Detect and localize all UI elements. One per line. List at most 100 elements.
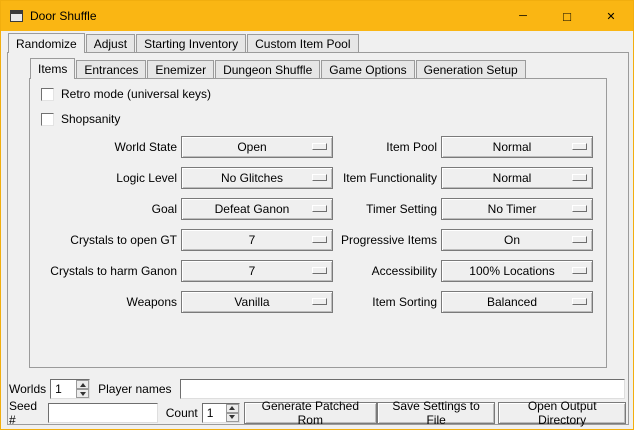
spin-up-icon[interactable] [76,380,89,389]
dropdown-indicator-icon [572,143,587,150]
timer-setting-dropdown[interactable]: No Timer [441,198,593,220]
worlds-row: Worlds Player names [9,378,625,400]
dropdown-indicator-icon [572,205,587,212]
dropdown-value: 7 [249,264,266,278]
dropdown-value: Open [237,140,276,154]
item-pool-dropdown[interactable]: Normal [441,136,593,158]
minimize-icon[interactable]: ─ [501,1,545,31]
retro-mode-checkbox[interactable] [41,88,54,101]
goal-dropdown[interactable]: Defeat Ganon [181,198,333,220]
options-row: Weapons Vanilla Item Sorting Balanced [37,286,593,317]
options-row: Crystals to harm Ganon 7 Accessibility 1… [37,255,593,286]
progressive-items-label: Progressive Items [337,233,437,247]
shopsanity-row[interactable]: Shopsanity [41,112,120,126]
dropdown-indicator-icon [572,298,587,305]
seed-row: Seed # Count Generate Patched Rom Save S… [9,401,626,424]
worlds-input[interactable] [51,380,76,398]
app-window: Door Shuffle ─ □ ✕ Randomize Adjust Star… [0,0,634,430]
options-row: World State Open Item Pool Normal [37,131,593,162]
window-title: Door Shuffle [30,9,97,23]
dropdown-value: Balanced [487,295,547,309]
item-pool-label: Item Pool [337,140,437,154]
progressive-items-dropdown[interactable]: On [441,229,593,251]
generate-patched-rom-button[interactable]: Generate Patched Rom [244,402,377,424]
world-state-label: World State [37,140,177,154]
tab-game-options[interactable]: Game Options [321,60,414,78]
dropdown-value: Vanilla [234,295,279,309]
tab-adjust[interactable]: Adjust [86,34,135,52]
window-controls: ─ □ ✕ [501,1,633,31]
shopsanity-label: Shopsanity [61,112,120,126]
save-settings-button[interactable]: Save Settings to File [377,402,496,424]
count-input[interactable] [203,404,226,422]
dropdown-value: No Glitches [221,171,293,185]
crystals-ganon-dropdown[interactable]: 7 [181,260,333,282]
spinner-arrows [226,404,239,422]
retro-mode-row[interactable]: Retro mode (universal keys) [41,87,211,101]
dropdown-value: On [504,233,530,247]
sub-tab-bar: Items Entrances Enemizer Dungeon Shuffle… [30,58,527,79]
dropdown-indicator-icon [312,236,327,243]
shopsanity-checkbox[interactable] [41,113,54,126]
crystals-gt-dropdown[interactable]: 7 [181,229,333,251]
player-names-label: Player names [98,382,171,396]
dropdown-indicator-icon [312,267,327,274]
count-label: Count [166,406,198,420]
spinner-arrows [76,380,89,398]
item-sorting-label: Item Sorting [337,295,437,309]
logic-level-label: Logic Level [37,171,177,185]
logic-level-dropdown[interactable]: No Glitches [181,167,333,189]
tab-starting-inventory[interactable]: Starting Inventory [136,34,246,52]
dropdown-indicator-icon [312,174,327,181]
item-functionality-label: Item Functionality [337,171,437,185]
dropdown-value: Defeat Ganon [215,202,300,216]
world-state-dropdown[interactable]: Open [181,136,333,158]
worlds-spinbox[interactable] [50,379,90,399]
dropdown-value: 100% Locations [469,264,564,278]
retro-mode-label: Retro mode (universal keys) [61,87,211,101]
timer-setting-label: Timer Setting [337,202,437,216]
options-grid: World State Open Item Pool Normal Logic … [37,131,593,317]
tab-enemizer[interactable]: Enemizer [147,60,214,78]
titlebar[interactable]: Door Shuffle ─ □ ✕ [1,1,633,31]
spin-down-icon[interactable] [226,413,239,422]
tab-items[interactable]: Items [30,58,75,79]
goal-label: Goal [37,202,177,216]
dropdown-value: Normal [493,140,542,154]
dropdown-value: No Timer [488,202,547,216]
tab-entrances[interactable]: Entrances [76,60,146,78]
dropdown-indicator-icon [572,236,587,243]
tab-randomize[interactable]: Randomize [8,33,85,53]
tab-dungeon-shuffle[interactable]: Dungeon Shuffle [215,60,320,78]
dropdown-indicator-icon [572,267,587,274]
app-icon [10,10,23,22]
maximize-icon[interactable]: □ [545,1,589,31]
count-spinbox[interactable] [202,403,240,423]
dropdown-indicator-icon [312,205,327,212]
options-row: Crystals to open GT 7 Progressive Items … [37,224,593,255]
worlds-label: Worlds [9,382,46,396]
seed-label: Seed # [9,399,44,427]
weapons-dropdown[interactable]: Vanilla [181,291,333,313]
dropdown-indicator-icon [572,174,587,181]
player-names-input[interactable] [180,379,626,399]
main-tab-bar: Randomize Adjust Starting Inventory Cust… [8,33,360,53]
tab-custom-item-pool[interactable]: Custom Item Pool [247,34,358,52]
close-icon[interactable]: ✕ [589,1,633,31]
options-row: Goal Defeat Ganon Timer Setting No Timer [37,193,593,224]
dropdown-value: Normal [493,171,542,185]
weapons-label: Weapons [37,295,177,309]
dropdown-indicator-icon [312,298,327,305]
seed-input[interactable] [48,403,158,423]
accessibility-dropdown[interactable]: 100% Locations [441,260,593,282]
tab-generation-setup[interactable]: Generation Setup [416,60,526,78]
options-row: Logic Level No Glitches Item Functionali… [37,162,593,193]
spin-up-icon[interactable] [226,404,239,413]
accessibility-label: Accessibility [337,264,437,278]
item-sorting-dropdown[interactable]: Balanced [441,291,593,313]
dropdown-indicator-icon [312,143,327,150]
item-functionality-dropdown[interactable]: Normal [441,167,593,189]
spin-down-icon[interactable] [76,389,89,398]
crystals-gt-label: Crystals to open GT [37,233,177,247]
open-output-directory-button[interactable]: Open Output Directory [498,402,626,424]
